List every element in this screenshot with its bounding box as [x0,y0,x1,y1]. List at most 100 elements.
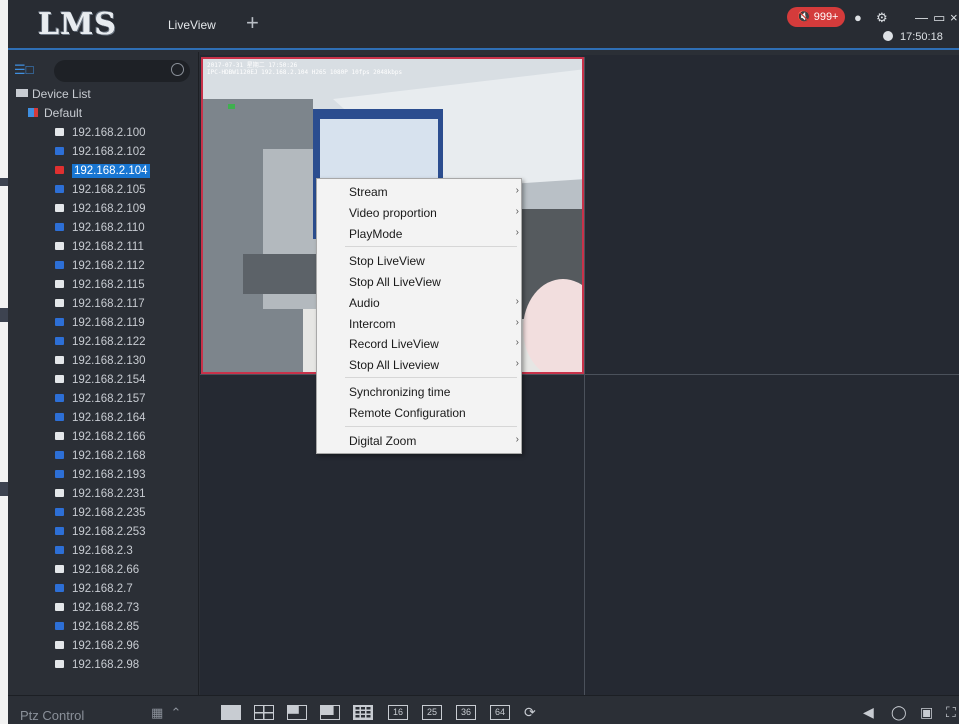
menu-item-digital-zoom[interactable]: Digital Zoom › [349,434,519,448]
camera-icon [55,432,64,440]
device-ip-label: 192.168.2.112 [72,260,145,272]
layout-4-button[interactable] [254,705,274,720]
device-item[interactable]: 192.168.2.3 [55,542,150,561]
device-item[interactable]: 192.168.2.157 [55,390,150,409]
menu-item-synchronizing-time[interactable]: Synchronizing time [349,385,519,399]
device-item[interactable]: 192.168.2.235 [55,504,150,523]
device-ip-label: 192.168.2.231 [72,488,146,500]
tab-liveview[interactable]: LiveView [168,18,216,32]
menu-item-video-proportion[interactable]: Video proportion › [349,206,519,220]
restore-button[interactable]: ▭ [933,10,945,26]
bottom-toolbar: Ptz Control ▦ ⌃ 16 25 36 64 ⟳ ◀ ◯ ▣ ⛶ [8,695,959,724]
camera-icon [55,394,64,402]
layout-16-button[interactable]: 16 [388,705,408,720]
device-item[interactable]: 192.168.2.115 [55,276,150,295]
ptz-control-label[interactable]: Ptz Control [20,708,84,723]
search-icon[interactable] [171,63,184,76]
device-item[interactable]: 192.168.2.253 [55,523,150,542]
microphone-icon[interactable]: ◯ [891,704,907,721]
device-ip-label: 192.168.2.157 [72,393,146,405]
camera-icon [55,375,64,383]
menu-item-label: Audio [349,296,380,310]
device-item[interactable]: 192.168.2.111 [55,238,150,257]
device-item[interactable]: 192.168.2.110 [55,219,150,238]
menu-item-label: Stream [349,185,388,199]
device-item[interactable]: 192.168.2.105 [55,181,150,200]
layout-1-button[interactable] [221,705,241,720]
device-item[interactable]: 192.168.2.122 [55,333,150,352]
gear-icon[interactable]: ⚙ [876,10,888,26]
speaker-icon[interactable]: ◀ [863,704,874,721]
device-search-input[interactable] [54,60,190,82]
camera-icon[interactable]: ▣ [920,704,933,721]
menu-item-stop-all-liveview[interactable]: Stop All LiveView [349,275,519,289]
list-view-icon[interactable]: ☰□ [14,62,34,78]
add-tab-button[interactable]: + [246,10,259,36]
user-icon[interactable]: ● [854,10,862,25]
grid-divider-horizontal [200,374,959,375]
device-item[interactable]: 192.168.2.168 [55,447,150,466]
alarm-badge[interactable]: 🔇 999+ [787,7,845,27]
layout-64-button[interactable]: 64 [490,705,510,720]
device-ip-label: 192.168.2.111 [72,241,144,253]
chevron-right-icon: › [515,185,519,196]
cycle-icon[interactable]: ⟳ [524,704,536,721]
menu-item-label: Remote Configuration [349,406,466,420]
device-ip-label: 192.168.2.122 [72,336,146,348]
device-item[interactable]: 192.168.2.130 [55,352,150,371]
close-button[interactable]: × [950,10,958,25]
mute-icon: 🔇 [797,11,811,23]
device-item[interactable]: 192.168.2.102 [55,143,150,162]
layout-9-button[interactable] [353,705,373,720]
device-item[interactable]: 192.168.2.73 [55,599,150,618]
layout-6-button[interactable] [287,705,307,720]
fullscreen-icon[interactable]: ⛶ [946,704,956,721]
device-item[interactable]: 192.168.2.98 [55,656,150,675]
device-item[interactable]: 192.168.2.119 [55,314,150,333]
menu-item-stop-liveview[interactable]: Stop LiveView [349,254,519,268]
device-item[interactable]: 192.168.2.100 [55,124,150,143]
device-item[interactable]: 192.168.2.7 [55,580,150,599]
device-item[interactable]: 192.168.2.193 [55,466,150,485]
menu-item-record-liveview[interactable]: Record LiveView › [349,337,519,351]
device-item[interactable]: 192.168.2.85 [55,618,150,637]
menu-item-stream[interactable]: Stream › [349,185,519,199]
chevron-right-icon: › [515,317,519,328]
menu-item-playmode[interactable]: PlayMode › [349,227,519,241]
video-osd: 2017-07-31 星期二 17:50:26 IPC-HDBW1120EJ 1… [207,62,403,76]
menu-item-audio[interactable]: Audio › [349,296,519,310]
menu-item-intercom[interactable]: Intercom › [349,317,519,331]
device-ip-label: 192.168.2.96 [72,640,140,652]
layout-8-button[interactable] [320,705,340,720]
camera-icon [55,470,64,478]
tree-root-device-list[interactable]: Device List [16,87,91,101]
group-icon [28,108,38,117]
minimize-button[interactable]: — [915,10,928,25]
device-item[interactable]: 192.168.2.117 [55,295,150,314]
ptz-expand-icon[interactable]: ▦ ⌃ [151,705,181,721]
chevron-right-icon: › [515,206,519,217]
camera-icon [55,280,64,288]
device-item[interactable]: 192.168.2.166 [55,428,150,447]
tree-group-default[interactable]: Default [28,106,82,120]
device-item[interactable]: 192.168.2.96 [55,637,150,656]
layout-25-button[interactable]: 25 [422,705,442,720]
menu-item-remote-configuration[interactable]: Remote Configuration [349,406,519,420]
device-item[interactable]: 192.168.2.66 [55,561,150,580]
device-item[interactable]: 192.168.2.104 [55,162,150,181]
camera-icon [55,337,64,345]
menu-item-label: Stop LiveView [349,254,425,268]
device-item[interactable]: 192.168.2.164 [55,409,150,428]
device-ip-label: 192.168.2.166 [72,431,146,443]
grid-divider-vertical [584,57,585,695]
device-item[interactable]: 192.168.2.154 [55,371,150,390]
device-item[interactable]: 192.168.2.109 [55,200,150,219]
menu-item-label: Digital Zoom [349,434,417,448]
device-item[interactable]: 192.168.2.112 [55,257,150,276]
menu-item-label: Synchronizing time [349,385,451,399]
device-ip-label: 192.168.2.66 [72,564,140,576]
device-item[interactable]: 192.168.2.231 [55,485,150,504]
menu-item-stop-all-liveview[interactable]: Stop All Liveview › [349,358,519,372]
layout-36-button[interactable]: 36 [456,705,476,720]
device-ip-label: 192.168.2.115 [72,279,145,291]
